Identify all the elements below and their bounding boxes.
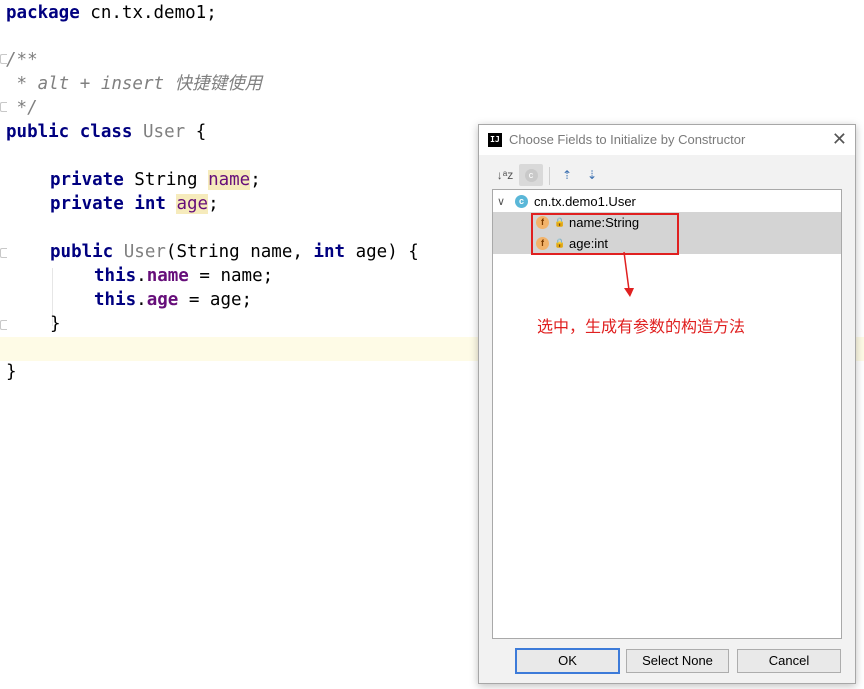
code-line-constructor: public User(String name, int age) { (50, 242, 419, 262)
code-line-constructor-close: } (50, 314, 61, 334)
cancel-button[interactable]: Cancel (737, 649, 841, 673)
tree-root-label: cn.tx.demo1.User (534, 194, 636, 209)
class-icon: c (524, 169, 538, 183)
code-line-field-age: private int age; (50, 194, 219, 214)
code-line-package: package cn.tx.demo1; (6, 3, 217, 23)
annotation-highlight-box (531, 213, 679, 255)
sort-alphabetically-icon[interactable]: ↓ᵃz (493, 164, 517, 186)
fold-marker-icon[interactable] (0, 320, 7, 330)
tree-root-row[interactable]: ∨ c cn.tx.demo1.User (493, 192, 841, 212)
code-line-comment-text: * alt + insert 快捷键使用 (6, 74, 263, 94)
code-line-class-decl: public class User { (6, 122, 207, 142)
fields-tree[interactable]: ∨ c cn.tx.demo1.User f 🔒 name:String f 🔒… (492, 189, 842, 639)
annotation-arrow-icon (623, 251, 634, 297)
show-classes-toggle[interactable]: c (519, 164, 543, 186)
code-line-assign-name: this.name = name; (94, 266, 274, 286)
chevron-down-icon[interactable]: ∨ (497, 192, 505, 212)
code-line-field-name: private String name; (50, 170, 261, 190)
ok-button[interactable]: OK (515, 648, 620, 674)
intellij-app-icon: IJ (488, 133, 502, 147)
dialog-title: Choose Fields to Initialize by Construct… (509, 132, 746, 147)
code-line-comment-close: */ (6, 98, 38, 118)
expand-all-icon[interactable]: ⇡ (555, 164, 579, 186)
toolbar-separator (549, 167, 550, 185)
fold-marker-icon[interactable] (0, 248, 7, 258)
annotation-note: 选中，生成有参数的构造方法 (537, 317, 746, 336)
code-line-assign-age: this.age = age; (94, 290, 253, 310)
collapse-all-icon[interactable]: ⇣ (580, 164, 604, 186)
select-none-button[interactable]: Select None (626, 649, 729, 673)
choose-fields-dialog: IJ Choose Fields to Initialize by Constr… (478, 124, 856, 684)
code-line-class-close: } (6, 362, 17, 382)
dialog-titlebar[interactable]: IJ Choose Fields to Initialize by Constr… (479, 125, 855, 155)
class-icon: c (515, 195, 528, 208)
code-line-comment-open: /** (6, 50, 38, 70)
dialog-toolbar: ↓ᵃz c ⇡ ⇣ (479, 163, 855, 189)
close-icon[interactable]: ✕ (832, 129, 847, 149)
